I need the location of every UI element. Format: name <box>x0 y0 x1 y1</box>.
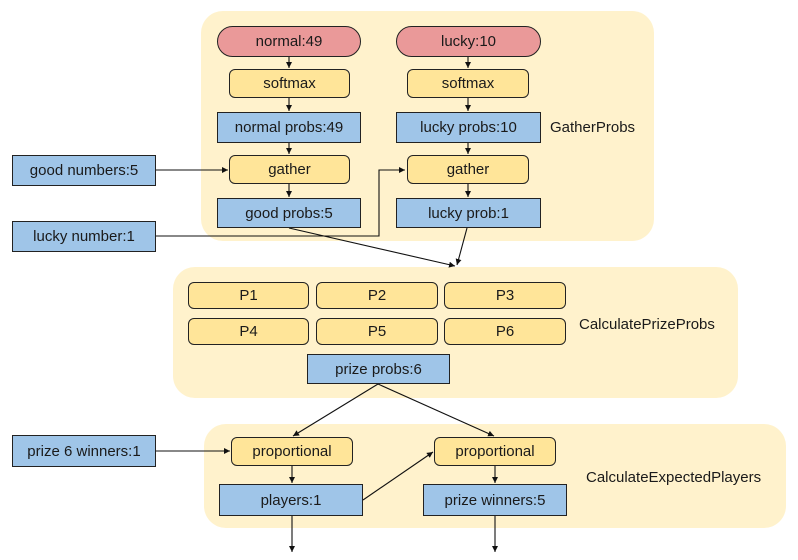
node-p4[interactable]: P4 <box>188 318 309 345</box>
node-lucky-number[interactable]: lucky number:1 <box>12 221 156 252</box>
node-normal-probs[interactable]: normal probs:49 <box>217 112 361 143</box>
node-gather-lucky[interactable]: gather <box>407 155 529 184</box>
node-softmax-normal[interactable]: softmax <box>229 69 350 98</box>
node-p2[interactable]: P2 <box>316 282 438 309</box>
node-prize-winners[interactable]: prize winners:5 <box>423 484 567 516</box>
edge-luckyprob-group2 <box>455 227 468 266</box>
node-p6[interactable]: P6 <box>444 318 566 345</box>
node-gather-good[interactable]: gather <box>229 155 350 184</box>
node-p3[interactable]: P3 <box>444 282 566 309</box>
node-good-numbers[interactable]: good numbers:5 <box>12 155 156 186</box>
edge-prizeprobs-proportional2 <box>377 383 495 437</box>
node-normal[interactable]: normal:49 <box>217 26 361 57</box>
node-prize-probs[interactable]: prize probs:6 <box>307 354 450 384</box>
node-prize6-winners[interactable]: prize 6 winners:1 <box>12 435 156 467</box>
node-p5[interactable]: P5 <box>316 318 438 345</box>
node-good-probs[interactable]: good probs:5 <box>217 198 361 228</box>
node-proportional-winners[interactable]: proportional <box>434 437 556 466</box>
node-lucky[interactable]: lucky:10 <box>396 26 541 57</box>
edge-goodprobs-group2 <box>288 227 456 268</box>
node-lucky-prob[interactable]: lucky prob:1 <box>396 198 541 228</box>
node-p1[interactable]: P1 <box>188 282 309 309</box>
edge-prizeprobs-proportional1 <box>292 383 379 437</box>
node-softmax-lucky[interactable]: softmax <box>407 69 529 98</box>
node-proportional-players[interactable]: proportional <box>231 437 353 466</box>
edges-layer <box>156 57 498 552</box>
node-players[interactable]: players:1 <box>219 484 363 516</box>
node-lucky-probs[interactable]: lucky probs:10 <box>396 112 541 143</box>
